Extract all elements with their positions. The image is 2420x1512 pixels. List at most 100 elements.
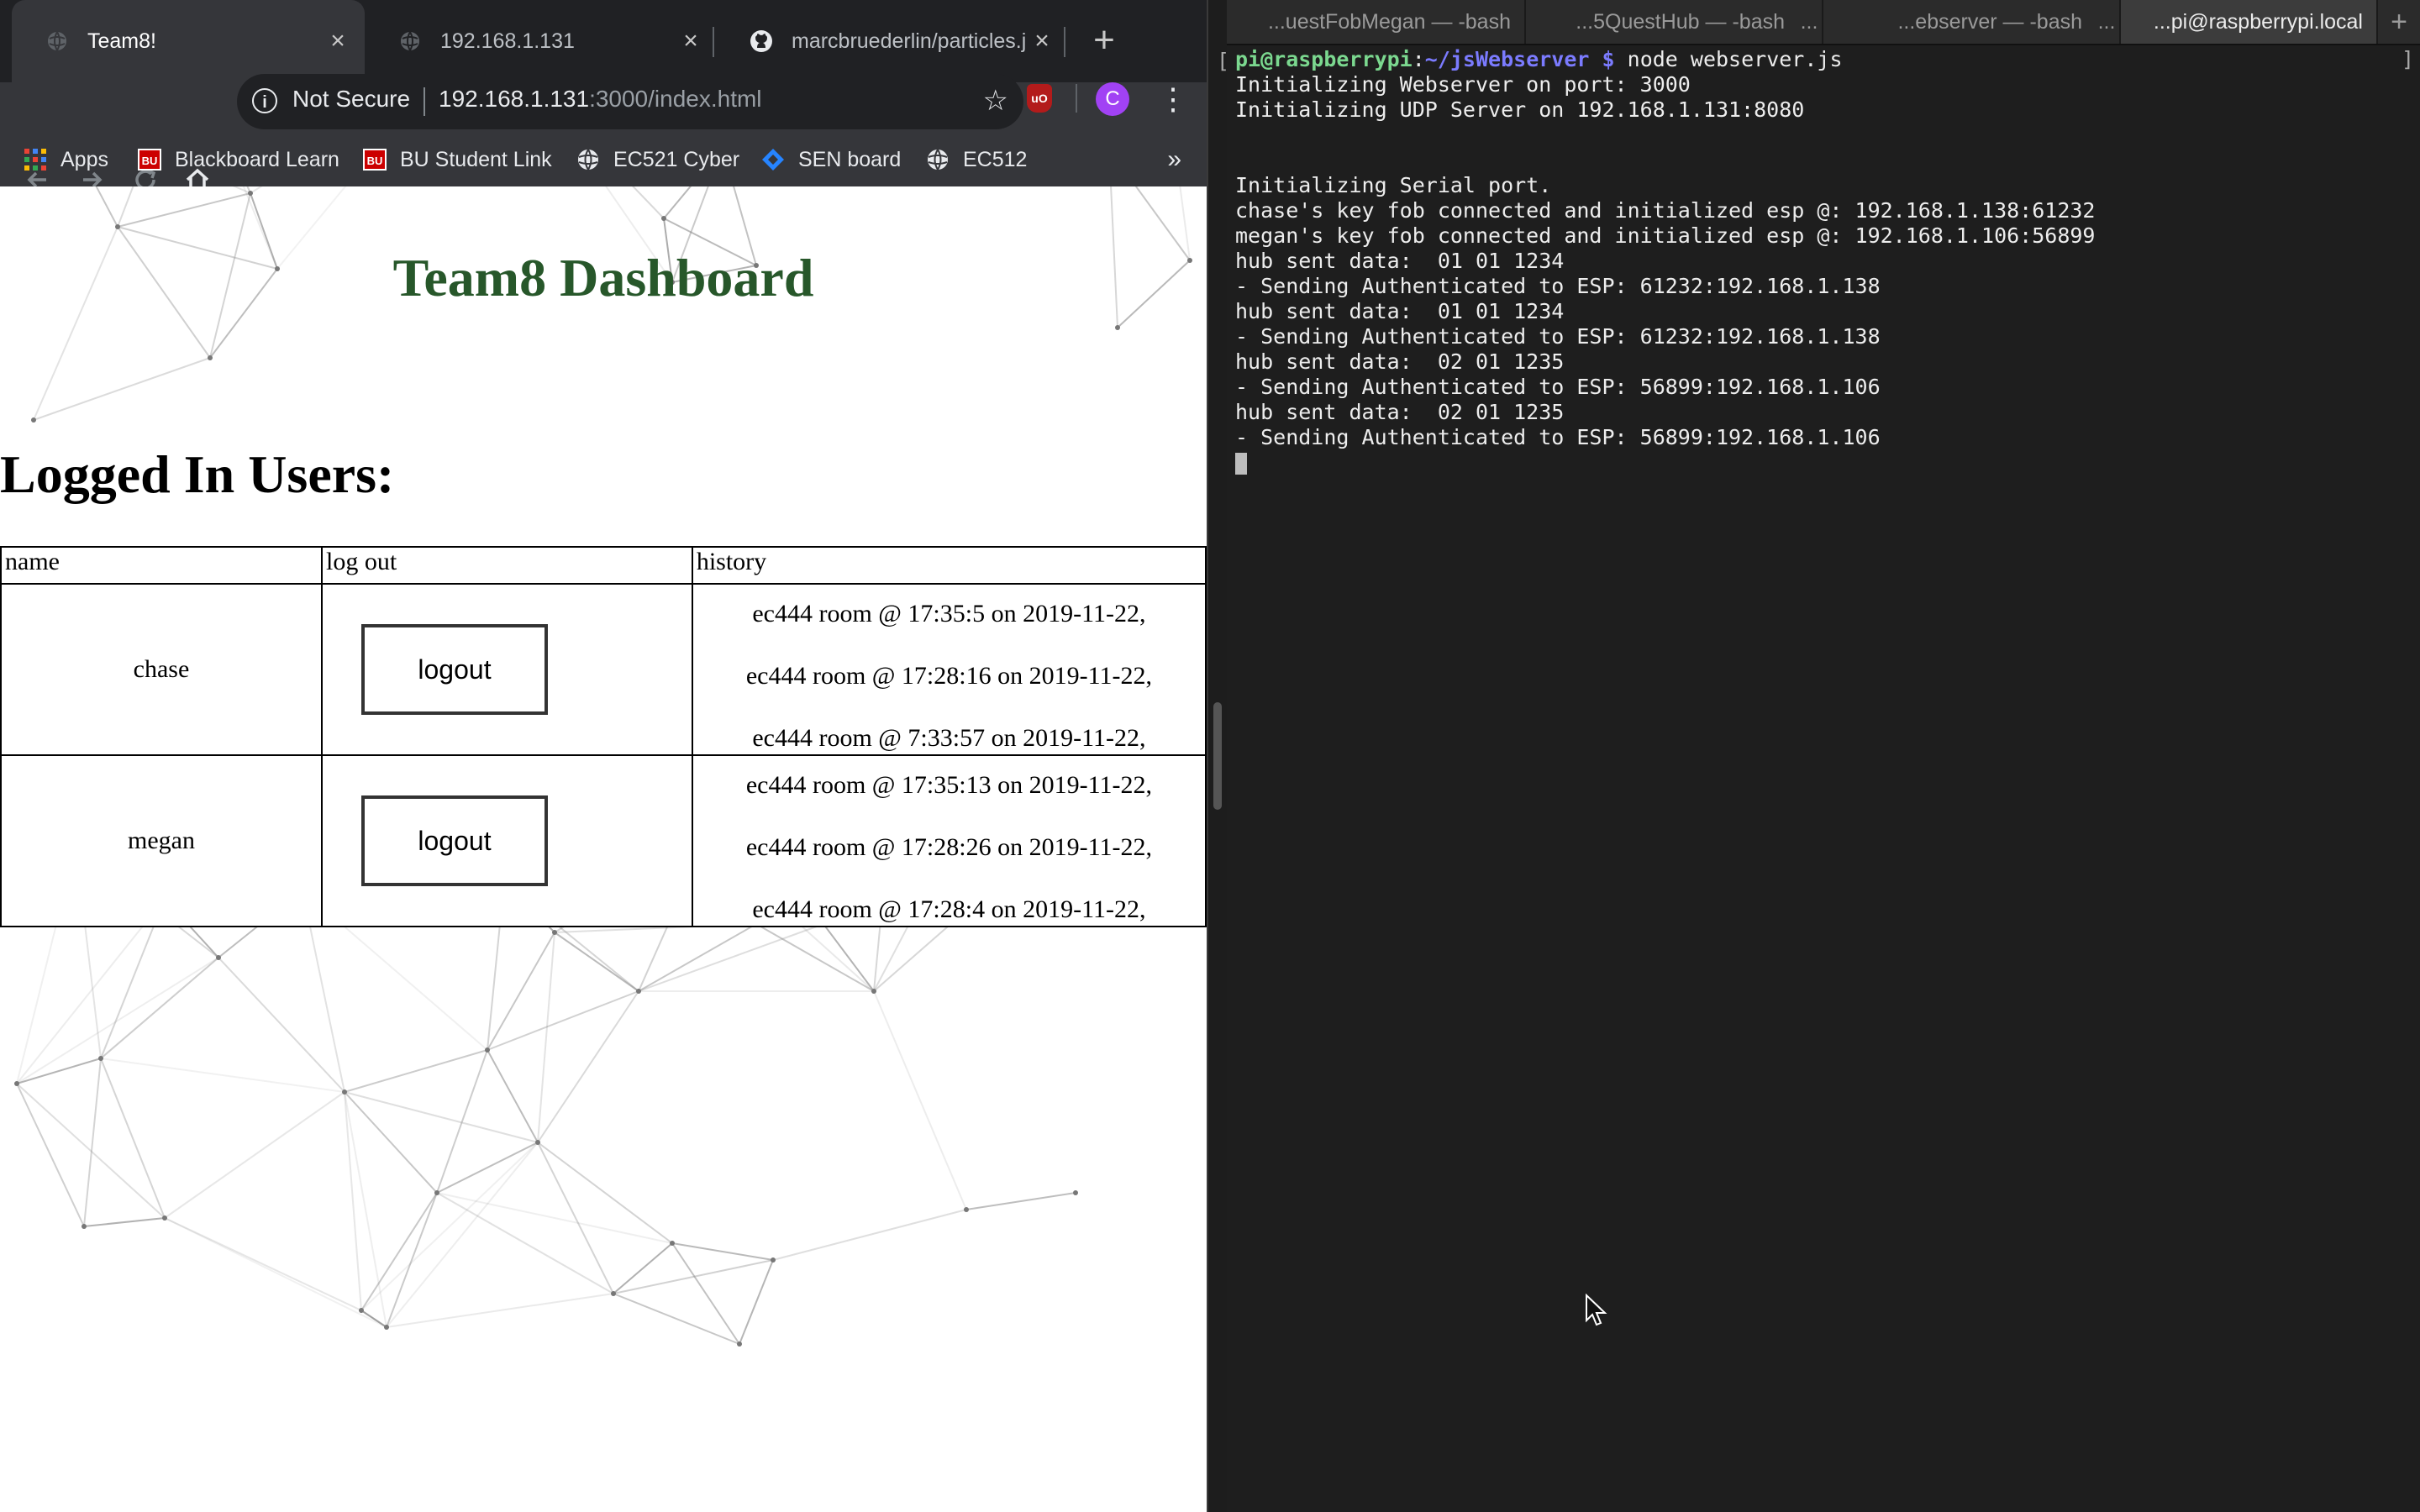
logout-cell: logout <box>320 754 693 927</box>
github-icon <box>750 29 773 53</box>
bookmark-ec512[interactable]: EC512 <box>926 141 1027 178</box>
terminal-tab-title: ...uestFobMegan — -bash <box>1267 10 1511 34</box>
bookmark-sen-board[interactable]: SEN board <box>761 141 901 178</box>
browser-tab-github[interactable]: marcbruederlin/particles.js × <box>716 0 1069 82</box>
history-scroll[interactable]: ec444 room @ 17:35:5 on 2019-11-22, ec44… <box>693 585 1205 754</box>
particle-dot <box>248 191 253 196</box>
particle-dot <box>359 1308 364 1313</box>
terminal-output[interactable]: pi@raspberrypi:~/jsWebserver $ node webs… <box>1235 47 2403 475</box>
particle-dot <box>31 417 36 423</box>
prompt-path: ~/jsWebserver <box>1424 47 1590 71</box>
mouse-pointer-icon <box>1586 1294 1607 1326</box>
column-header-history: history <box>691 546 1207 585</box>
terminal-line: hub sent data: 01 01 1234 <box>1235 299 1565 323</box>
tab-title: Team8! <box>87 29 156 53</box>
terminal-line: - Sending Authenticated to ESP: 61232:19… <box>1235 274 1881 298</box>
bookmark-label: EC521 Cyber <box>613 147 740 171</box>
particle-dot <box>611 1291 616 1296</box>
history-entry: ec444 room @ 17:28:16 on 2019-11-22, <box>745 662 1152 690</box>
bu-logo-icon: BU <box>363 148 387 171</box>
bookmarks-overflow-button[interactable]: » <box>1167 141 1181 178</box>
bookmarks-bar: Apps BU Blackboard Learn BU BU Student L… <box>0 133 1207 186</box>
terminal-line: - Sending Authenticated to ESP: 61232:19… <box>1235 324 1881 349</box>
ublock-extension-icon[interactable]: uO <box>1027 84 1052 113</box>
particle-dot <box>661 216 666 221</box>
menu-dots-icon[interactable]: ⋮ <box>1158 81 1188 118</box>
particle-link <box>386 1293 614 1328</box>
terminal-window: ...uestFobMegan — -bash ...5QuestHub — -… <box>1227 0 2420 1512</box>
browser-tab-team8[interactable]: Team8! × <box>12 0 365 82</box>
logout-button[interactable]: logout <box>360 795 548 886</box>
particle-dot <box>636 989 641 994</box>
terminal-tab-raspberrypi[interactable]: ...pi@raspberrypi.local <box>2121 0 2378 44</box>
history-scroll[interactable]: ec444 room @ 17:35:13 on 2019-11-22, ec4… <box>693 756 1205 926</box>
particle-link <box>100 957 219 1059</box>
particle-dot <box>964 1207 969 1212</box>
browser-tab-ip[interactable]: 192.168.1.131 × <box>365 0 718 82</box>
terminal-right-bracket: ] <box>2402 47 2415 71</box>
bookmark-label: BU Student Link <box>400 147 552 171</box>
particle-dot <box>535 1140 540 1145</box>
particle-dot <box>208 355 213 360</box>
particle-dot <box>162 1215 167 1221</box>
particle-dot <box>552 930 557 935</box>
column-header-name: name <box>0 546 323 585</box>
particle-link <box>436 1192 614 1294</box>
particle-link <box>164 1091 345 1219</box>
url-text[interactable]: 192.168.1.131:3000/index.html <box>439 86 762 113</box>
terminal-line: Initializing UDP Server on 192.168.1.131… <box>1235 97 1805 122</box>
new-tab-button[interactable]: + <box>1081 17 1128 64</box>
particle-link <box>83 1058 102 1227</box>
history-entry: ec444 room @ 17:35:13 on 2019-11-22, <box>745 771 1152 799</box>
close-icon[interactable]: × <box>674 27 708 55</box>
bookmark-star-icon[interactable]: ☆ <box>983 84 1008 118</box>
bookmark-apps[interactable]: Apps <box>24 141 108 178</box>
bu-logo-icon: BU <box>138 148 161 171</box>
terminal-line: - Sending Authenticated to ESP: 56899:19… <box>1235 425 1881 449</box>
globe-icon <box>576 148 600 171</box>
terminal-tab-webserver[interactable]: ...ebserver — -bash ... <box>1823 0 2121 44</box>
particle-link <box>663 186 692 219</box>
particle-link <box>613 1242 673 1294</box>
prompt-separator: : <box>1412 47 1425 71</box>
particle-link <box>739 1259 774 1345</box>
particle-link <box>16 957 219 1084</box>
particle-link <box>117 186 134 228</box>
info-icon[interactable]: i <box>252 88 277 113</box>
particle-link <box>100 1058 345 1093</box>
terminal-line: chase's key fob connected and initialize… <box>1235 198 2096 223</box>
prompt-symbol: $ <box>1602 47 1615 71</box>
profile-avatar[interactable]: C <box>1096 82 1129 116</box>
particle-dot <box>82 1224 87 1229</box>
particle-link <box>16 1058 102 1084</box>
divider-grip[interactable] <box>1213 702 1222 810</box>
terminal-line: hub sent data: 01 01 1234 <box>1235 249 1565 273</box>
bookmark-ec521[interactable]: EC521 Cyber <box>576 141 739 178</box>
terminal-left-bracket: [ <box>1217 49 1230 73</box>
prompt-user: pi@raspberrypi <box>1235 47 1413 71</box>
terminal-tab-fob-megan[interactable]: ...uestFobMegan — -bash <box>1227 0 1526 44</box>
bookmark-blackboard[interactable]: BU Blackboard Learn <box>138 141 339 178</box>
particle-link <box>16 1083 166 1219</box>
new-terminal-tab-button[interactable]: + <box>2378 0 2420 44</box>
close-icon[interactable]: × <box>321 27 355 55</box>
bookmark-bu-student-link[interactable]: BU BU Student Link <box>363 141 552 178</box>
logout-button[interactable]: logout <box>360 624 548 715</box>
particle-link <box>360 1142 539 1311</box>
close-icon[interactable]: × <box>1025 27 1059 55</box>
particle-link <box>33 357 211 421</box>
users-heading: Logged In Users: <box>0 444 395 504</box>
bu-badge: BU <box>138 149 161 171</box>
particle-dot <box>670 1241 675 1246</box>
particle-link <box>344 1049 488 1093</box>
terminal-tab-quest-hub[interactable]: ...5QuestHub — -bash ... <box>1526 0 1823 44</box>
particle-link <box>965 1192 1076 1210</box>
particle-link <box>772 1209 967 1261</box>
particle-link <box>164 1217 362 1311</box>
user-name: megan <box>0 754 323 927</box>
terminal-tab-title: ...ebserver — -bash <box>1897 10 2082 34</box>
split-divider[interactable] <box>1207 0 1227 1512</box>
address-bar[interactable]: i Not Secure 192.168.1.131:3000/index.ht… <box>237 74 1023 129</box>
particle-link <box>487 1049 539 1143</box>
particle-link <box>613 1259 774 1294</box>
